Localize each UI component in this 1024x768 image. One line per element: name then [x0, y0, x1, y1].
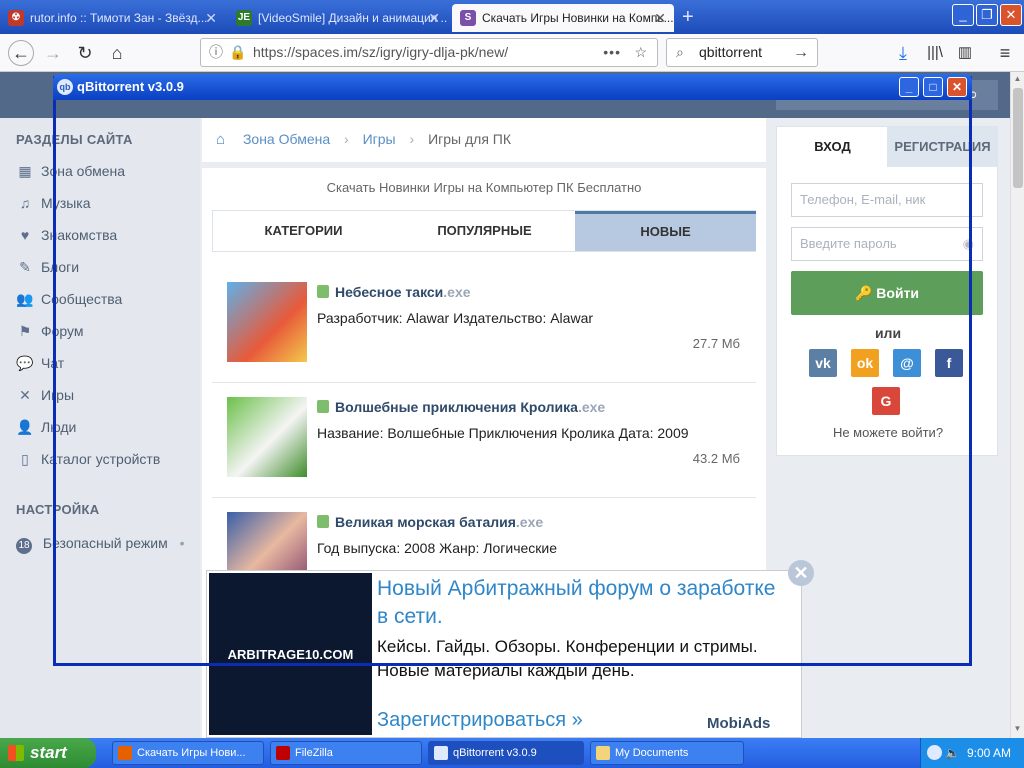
qbittorrent-window-frame [53, 76, 972, 666]
scroll-thumb[interactable] [1013, 88, 1023, 188]
search-input[interactable]: ⌕ qbittorrent → [666, 38, 818, 67]
menu-icon[interactable]: ≡ [992, 40, 1018, 66]
tab-rutor[interactable]: ☢ rutor.info :: Тимоти Зан - Звёзд... ✕ [0, 4, 225, 32]
taskbar-item-label: FileZilla [295, 747, 333, 759]
taskbar-item-label: Скачать Игры Нови... [137, 747, 246, 759]
forum-icon: ⚑ [18, 323, 32, 339]
download-icon[interactable]: ⤓ [890, 40, 916, 66]
heart-icon: ♥ [20, 227, 30, 243]
filezilla-icon [276, 746, 290, 760]
bookmark-star-icon[interactable]: ☆ [634, 39, 647, 66]
exchange-icon: ▦ [18, 163, 32, 179]
close-icon[interactable]: ✕ [428, 4, 440, 32]
sidebar-toggle-icon[interactable]: ▥ [952, 40, 978, 66]
tab-label: rutor.info :: Тимоти Зан - Звёзд... [30, 11, 208, 25]
close-window-button[interactable]: ✕ [1000, 4, 1022, 26]
tab-label: Скачать Игры Новинки на Компь... [482, 11, 674, 25]
system-tray: 🔈 9:00 AM [920, 738, 1024, 768]
tab-spaces[interactable]: S Скачать Игры Новинки на Компь... ✕ [452, 4, 674, 32]
close-icon[interactable]: ✕ [205, 4, 217, 32]
community-icon: 👥 [16, 291, 34, 307]
scroll-down-icon[interactable]: ▼ [1012, 724, 1023, 733]
device-icon: ▯ [21, 451, 29, 467]
volume-icon[interactable]: 🔈 [945, 738, 960, 768]
scroll-up-icon[interactable]: ▲ [1012, 74, 1023, 83]
taskbar: start Скачать Игры Нови... FileZilla qBi… [0, 738, 1024, 768]
firefox-icon [118, 746, 132, 760]
clock: 9:00 AM [967, 746, 1012, 760]
music-icon: ♫ [19, 195, 31, 211]
start-label: start [30, 743, 67, 762]
restore-button[interactable]: ❐ [976, 4, 998, 26]
people-icon: 👤 [16, 419, 34, 435]
age-badge: 18 [16, 538, 32, 554]
taskbar-item-label: qBittorrent v3.0.9 [453, 747, 537, 759]
close-icon[interactable]: ✕ [654, 4, 666, 32]
home-button[interactable]: ⌂ [104, 40, 130, 66]
url-bar[interactable]: ⓘ 🔒 https://spaces.im/sz/igry/igry-dlja-… [200, 38, 658, 67]
windows-logo-icon [8, 745, 24, 761]
tab-videosmile[interactable]: JE [VideoSmile] Дизайн и анимация ... ✕ [228, 4, 448, 32]
taskbar-item-qbittorrent[interactable]: qBittorrent v3.0.9 [428, 741, 584, 765]
taskbar-item-label: My Documents [615, 747, 689, 759]
qbittorrent-tray-icon[interactable] [927, 745, 942, 760]
more-icon[interactable]: ••• [603, 39, 621, 66]
ad-cta-link[interactable]: Зарегистрироваться » [377, 709, 583, 732]
spaces-icon: S [460, 10, 476, 26]
start-button[interactable]: start [0, 738, 96, 768]
library-icon[interactable]: |||\ [922, 40, 948, 66]
qbittorrent-title: qBittorrent v3.0.9 [77, 79, 184, 94]
games-icon: ✕ [19, 387, 31, 403]
back-button[interactable]: ← [8, 40, 34, 66]
url-text: https://spaces.im/sz/igry/igry-dlja-pk/n… [253, 44, 509, 60]
tab-label: [VideoSmile] Дизайн и анимация ... [258, 11, 448, 25]
new-tab-button[interactable]: + [682, 6, 694, 29]
forward-button[interactable]: → [40, 40, 66, 66]
chat-icon: 💬 [16, 355, 34, 371]
taskbar-item-browser[interactable]: Скачать Игры Нови... [112, 741, 264, 765]
search-icon: ⌕ [676, 44, 684, 60]
qbittorrent-icon: qb [57, 79, 73, 95]
minimize-button[interactable]: _ [952, 4, 974, 26]
rutor-icon: ☢ [8, 10, 24, 26]
qb-close-button[interactable]: ✕ [947, 77, 967, 97]
go-arrow-icon[interactable]: → [793, 39, 809, 66]
taskbar-item-documents[interactable]: My Documents [590, 741, 744, 765]
browser-tabbar: ☢ rutor.info :: Тимоти Зан - Звёзд... ✕ … [0, 0, 1024, 34]
videosmile-icon: JE [236, 10, 252, 26]
folder-icon [596, 746, 610, 760]
lock-icon: 🔒 [229, 44, 247, 60]
browser-navbar: ← → ↻ ⌂ ⓘ 🔒 https://spaces.im/sz/igry/ig… [0, 34, 1024, 72]
pen-icon: ✎ [19, 259, 31, 275]
reload-button[interactable]: ↻ [72, 40, 98, 66]
taskbar-item-filezilla[interactable]: FileZilla [270, 741, 422, 765]
ad-brand: MobiAds [707, 715, 771, 732]
info-icon[interactable]: ⓘ [209, 39, 223, 66]
qb-maximize-button[interactable]: □ [923, 77, 943, 97]
qbittorrent-icon [434, 746, 448, 760]
search-value: qbittorrent [699, 44, 763, 60]
qb-minimize-button[interactable]: _ [899, 77, 919, 97]
page-scrollbar[interactable]: ▲ ▼ [1010, 72, 1024, 738]
qbittorrent-titlebar[interactable]: qb qBittorrent v3.0.9 _ □ ✕ [53, 74, 972, 100]
